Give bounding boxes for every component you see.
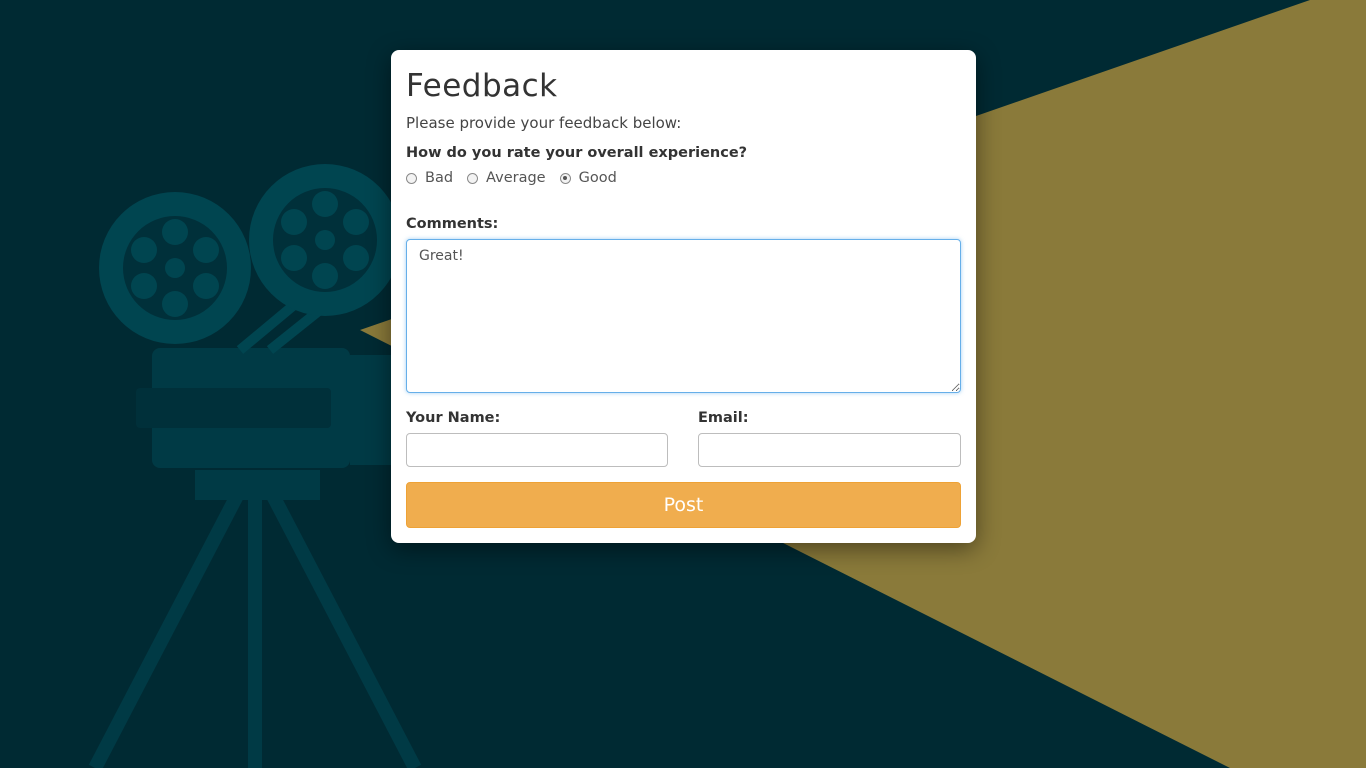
rating-option-average[interactable]: Average	[467, 170, 546, 186]
rating-option-bad[interactable]: Bad	[406, 170, 453, 186]
projector-mount	[195, 470, 320, 500]
comments-label: Comments:	[406, 216, 499, 232]
rating-option-label: Good	[578, 170, 617, 186]
rating-option-label: Average	[486, 170, 546, 186]
radio-button[interactable]	[406, 172, 417, 184]
email-input[interactable]	[698, 433, 961, 467]
form-subtitle: Please provide your feedback below:	[406, 114, 682, 132]
film-reel-right	[249, 164, 401, 316]
post-button[interactable]: Post	[406, 482, 961, 528]
rating-question: How do you rate your overall experience?	[406, 145, 748, 161]
rating-radio-group: Bad Average Good	[406, 170, 631, 186]
projector-band	[136, 388, 331, 428]
film-reel-left	[99, 192, 251, 344]
form-title: Feedback	[406, 68, 558, 104]
name-label: Your Name:	[406, 410, 501, 426]
projector-tripod	[88, 480, 422, 768]
radio-button[interactable]	[467, 172, 479, 184]
radio-button-selected[interactable]	[559, 172, 571, 184]
name-input[interactable]	[406, 433, 668, 467]
rating-option-label: Bad	[425, 170, 454, 186]
comments-textarea[interactable]: Great!	[406, 239, 961, 393]
email-label: Email:	[698, 410, 749, 426]
rating-option-good[interactable]: Good	[559, 170, 617, 186]
feedback-card: Feedback Please provide your feedback be…	[391, 50, 976, 543]
